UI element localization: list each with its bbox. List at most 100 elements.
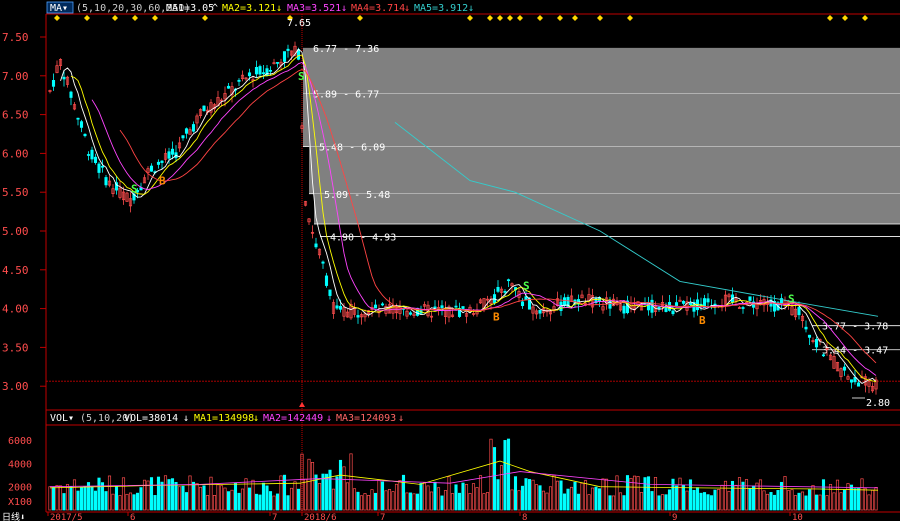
volume-bar: [835, 479, 840, 511]
volume-bar: [496, 479, 500, 511]
volume-bar: [436, 487, 441, 511]
volume-bar: [832, 492, 836, 511]
candle-body: [538, 309, 542, 314]
volume-bar: [419, 483, 423, 511]
candle-body: [440, 305, 444, 309]
event-marker-icon[interactable]: [132, 15, 138, 21]
volume-bar: [573, 481, 577, 511]
candle-body: [76, 117, 80, 120]
event-marker-icon[interactable]: [842, 15, 848, 21]
resistance-zone: [309, 146, 900, 194]
volume-bar: [65, 484, 70, 511]
volume-bar: [643, 477, 647, 511]
volume-bar: [828, 484, 833, 511]
event-marker-icon[interactable]: [487, 15, 493, 21]
event-marker-icon[interactable]: [507, 15, 513, 21]
volume-bar: [755, 482, 759, 511]
volume-bar: [212, 495, 217, 511]
volume-bar: [366, 495, 371, 511]
volume-bar: [422, 482, 427, 511]
candle-body: [433, 306, 437, 309]
date-tick-label: 7: [272, 513, 277, 521]
volume-bar: [783, 476, 787, 511]
volume-bar: [622, 495, 626, 511]
volume-bar: [555, 480, 560, 511]
volume-bar: [198, 486, 203, 511]
event-marker-icon[interactable]: [54, 15, 60, 21]
volume-bar: [394, 483, 399, 511]
volume-bar: [737, 477, 742, 511]
volume-bar: [363, 493, 367, 511]
vol-label[interactable]: VOL▾: [50, 413, 74, 424]
event-marker-icon[interactable]: [357, 15, 363, 21]
event-marker-icon[interactable]: [827, 15, 833, 21]
event-marker-icon[interactable]: [557, 15, 563, 21]
event-marker-icon[interactable]: [152, 15, 158, 21]
candle-body: [69, 91, 73, 98]
price-tick-label: 4.50: [2, 264, 29, 277]
period-label[interactable]: 日线⬇: [2, 511, 25, 521]
volume-bar: [527, 479, 532, 511]
volume-bar: [499, 465, 504, 511]
candle-body: [324, 275, 329, 286]
volume-bar: [797, 492, 801, 511]
volume-bar: [468, 493, 472, 511]
volume-bar: [688, 479, 693, 511]
sell-signal: S: [788, 293, 795, 306]
event-marker-icon[interactable]: [84, 15, 90, 21]
volume-bar: [562, 493, 567, 511]
volume-bar: [765, 493, 770, 511]
volume-axis: 6000 4000 2000 X100: [8, 436, 32, 508]
event-marker-icon[interactable]: [572, 15, 578, 21]
vol-tick-label: 6000: [8, 436, 32, 447]
volume-bar: [447, 476, 451, 511]
volume-bar: [377, 479, 381, 511]
volume-bar: [520, 485, 525, 511]
volume-bar: [415, 493, 420, 511]
volume-bar: [569, 486, 574, 511]
volume-bar: [62, 493, 66, 511]
vol-ma2: MA2=142449: [263, 413, 323, 424]
volume-bar: [149, 477, 154, 511]
indicator-button-label[interactable]: MA▾: [50, 3, 68, 14]
volume-bar: [93, 490, 98, 511]
stock-chart[interactable]: MA▾ (5,10,20,30,60,250) MA1=3.05 ^ MA2=3…: [0, 0, 900, 521]
candle-body: [657, 306, 661, 309]
volume-bar: [338, 459, 343, 511]
volume-bar: [310, 462, 315, 511]
candle-body: [149, 165, 154, 172]
candle-body: [849, 379, 854, 383]
volume-bar: [657, 495, 661, 511]
date-tick-label: 2017/5: [50, 513, 83, 521]
candle-body: [275, 62, 280, 64]
event-marker-icon[interactable]: [862, 15, 868, 21]
event-marker-icon[interactable]: [627, 15, 633, 21]
volume-bar: [538, 485, 542, 511]
event-marker-icon[interactable]: [467, 15, 473, 21]
event-marker-icon[interactable]: [497, 15, 503, 21]
volume-bar: [408, 492, 413, 511]
candle-body: [268, 69, 273, 72]
candle-body: [748, 296, 752, 301]
event-marker-icon[interactable]: [112, 15, 118, 21]
volume-bar: [870, 489, 875, 511]
price-tick-label: 5.50: [2, 186, 29, 199]
volume-bar: [433, 481, 437, 511]
volume-bar: [769, 492, 773, 511]
event-marker-icon[interactable]: [537, 15, 543, 21]
volume-bar: [51, 487, 56, 511]
date-tick-label: 7: [380, 513, 385, 521]
volume-bar: [160, 481, 164, 511]
candle-body: [83, 133, 87, 137]
event-marker-icon[interactable]: [597, 15, 603, 21]
volume-bar: [461, 482, 465, 511]
volume-bar: [632, 475, 637, 511]
volume-bar: [405, 492, 409, 511]
event-marker-icon[interactable]: [202, 15, 208, 21]
volume-bar: [125, 493, 129, 511]
volume-bar: [664, 494, 668, 511]
volume-bar: [506, 438, 511, 511]
event-marker-icon[interactable]: [517, 15, 523, 21]
price-tick-label: 6.50: [2, 109, 29, 122]
event-markers[interactable]: [54, 15, 868, 21]
